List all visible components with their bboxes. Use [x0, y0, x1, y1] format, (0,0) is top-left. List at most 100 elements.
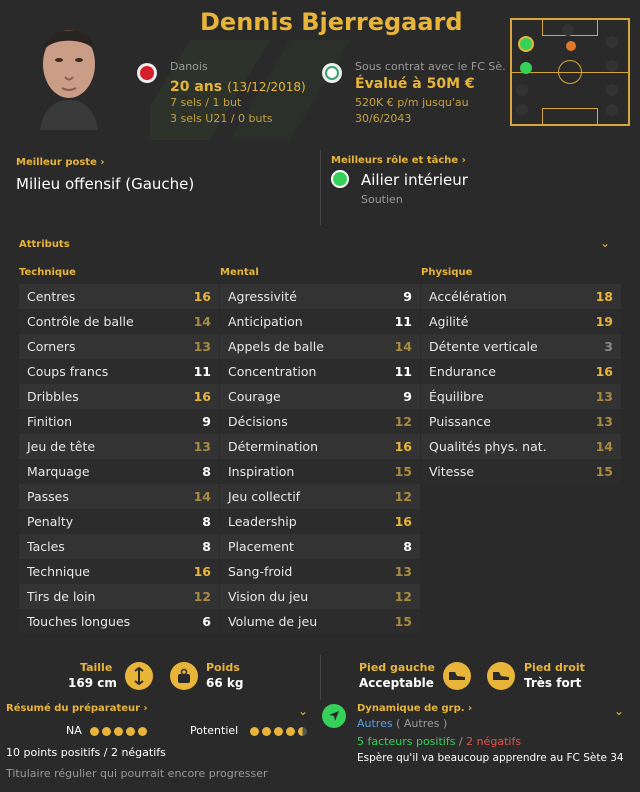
- attribute-name: Dribbles: [27, 389, 79, 404]
- right-boot-icon: [487, 662, 515, 690]
- secondary-position-dot: [566, 41, 576, 51]
- attribute-row[interactable]: Contrôle de balle 14: [19, 309, 219, 334]
- attribute-row[interactable]: Agilité 19: [421, 309, 621, 334]
- attribute-row[interactable]: Qualités phys. nat. 14: [421, 434, 621, 459]
- negative-factors[interactable]: 2 négatifs: [466, 735, 521, 748]
- star-icon: [274, 727, 283, 736]
- attribute-name: Inspiration: [228, 464, 295, 479]
- attribute-row[interactable]: Finition 9: [19, 409, 219, 434]
- attribute-row[interactable]: Puissance 13: [421, 409, 621, 434]
- age: 20 ans: [170, 79, 223, 95]
- contract-club[interactable]: Sous contrat avec le FC Sè...: [355, 60, 505, 73]
- attribute-row[interactable]: Vitesse 15: [421, 459, 621, 484]
- attribute-row[interactable]: Appels de balle 14: [220, 334, 420, 359]
- attribute-name: Appels de balle: [228, 339, 324, 354]
- attribute-row[interactable]: Volume de jeu 15: [220, 609, 420, 634]
- attribute-value: 6: [202, 614, 211, 629]
- attribute-row[interactable]: Tacles 8: [19, 534, 219, 559]
- attribute-row[interactable]: Concentration 11: [220, 359, 420, 384]
- attribute-row[interactable]: Endurance 16: [421, 359, 621, 384]
- attribute-name: Endurance: [429, 364, 496, 379]
- accomplished-position-dot: [520, 62, 532, 74]
- weight-label: Poids: [206, 661, 240, 674]
- mental-title: Mental: [220, 267, 259, 278]
- attribute-value: 16: [193, 564, 211, 579]
- attribute-row[interactable]: Équilibre 13: [421, 384, 621, 409]
- star-icon: [138, 727, 147, 736]
- group-link[interactable]: Autres: [357, 717, 393, 730]
- pos-dot: [562, 24, 574, 36]
- navigation-arrow-icon: [322, 704, 346, 728]
- attribute-row[interactable]: Passes 14: [19, 484, 219, 509]
- attribute-name: Passes: [27, 489, 69, 504]
- player-name: Dennis Bjerregaard: [200, 8, 463, 36]
- positive-factors[interactable]: 5 facteurs positifs: [357, 735, 455, 748]
- attribute-name: Anticipation: [228, 314, 303, 329]
- position-pitch[interactable]: [510, 18, 630, 126]
- ability-label: NA: [66, 724, 82, 737]
- group-paren: ( Autres ): [396, 717, 448, 730]
- attribute-row[interactable]: Penalty 8: [19, 509, 219, 534]
- attribute-value: 11: [394, 314, 412, 329]
- attribute-row[interactable]: Anticipation 11: [220, 309, 420, 334]
- attribute-row[interactable]: Courage 9: [220, 384, 420, 409]
- best-role-label[interactable]: Meilleurs rôle et tâche ›: [331, 155, 466, 166]
- attribute-row[interactable]: Corners 13: [19, 334, 219, 359]
- attribute-row[interactable]: Inspiration 15: [220, 459, 420, 484]
- chevron-down-icon[interactable]: ⌄: [298, 704, 308, 718]
- attribute-value: 13: [595, 389, 613, 404]
- best-role-duty: Soutien: [361, 193, 403, 206]
- attribute-value: 18: [595, 289, 613, 304]
- attribute-row[interactable]: Vision du jeu 12: [220, 584, 420, 609]
- attribute-row[interactable]: Centres 16: [19, 284, 219, 309]
- attribute-name: Équilibre: [429, 389, 484, 404]
- coach-report-title[interactable]: Résumé du préparateur ›: [6, 703, 148, 714]
- attribute-row[interactable]: Détente verticale 3: [421, 334, 621, 359]
- group-dynamics-title[interactable]: Dynamique de grp. ›: [357, 703, 472, 714]
- attribute-row[interactable]: Dribbles 16: [19, 384, 219, 409]
- factors-separator: /: [458, 735, 463, 748]
- attribute-value: 8: [202, 514, 211, 529]
- attribute-row[interactable]: Jeu de tête 13: [19, 434, 219, 459]
- physical-title: Physique: [421, 267, 473, 278]
- attribute-name: Tacles: [27, 539, 65, 554]
- attribute-name: Leadership: [228, 514, 297, 529]
- attribute-value: 8: [202, 539, 211, 554]
- attribute-row[interactable]: Agressivité 9: [220, 284, 420, 309]
- attribute-value: 8: [403, 539, 412, 554]
- attribute-name: Tirs de loin: [27, 589, 96, 604]
- chevron-down-icon[interactable]: ⌄: [600, 236, 610, 250]
- attribute-row[interactable]: Leadership 16: [220, 509, 420, 534]
- attribute-value: 11: [394, 364, 412, 379]
- nationality[interactable]: Danois: [170, 60, 208, 73]
- attribute-row[interactable]: Technique 16: [19, 559, 219, 584]
- attribute-row[interactable]: Décisions 12: [220, 409, 420, 434]
- attribute-value: 19: [595, 314, 613, 329]
- attribute-row[interactable]: Placement 8: [220, 534, 420, 559]
- attribute-name: Jeu collectif: [228, 489, 301, 504]
- attribute-value: 16: [595, 364, 613, 379]
- attribute-row[interactable]: Tirs de loin 12: [19, 584, 219, 609]
- attribute-name: Concentration: [228, 364, 317, 379]
- best-position-label[interactable]: Meilleur poste ›: [16, 157, 104, 168]
- attribute-name: Marquage: [27, 464, 90, 479]
- attribute-value: 9: [403, 289, 412, 304]
- star-icon: [102, 727, 111, 736]
- attribute-row[interactable]: Marquage 8: [19, 459, 219, 484]
- attribute-value: 13: [193, 339, 211, 354]
- attribute-row[interactable]: Coups francs 11: [19, 359, 219, 384]
- attribute-value: 16: [394, 514, 412, 529]
- chevron-down-icon[interactable]: ⌄: [614, 704, 624, 718]
- attribute-row[interactable]: Touches longues 6: [19, 609, 219, 634]
- attribute-value: 16: [193, 289, 211, 304]
- center-circle: [558, 60, 582, 84]
- attribute-row[interactable]: Accélération 18: [421, 284, 621, 309]
- attribute-value: 12: [193, 589, 211, 604]
- attribute-name: Jeu de tête: [27, 439, 96, 454]
- attribute-row[interactable]: Sang-froid 13: [220, 559, 420, 584]
- star-icon: [298, 727, 307, 736]
- group-line: Autres ( Autres ): [357, 717, 447, 730]
- attribute-row[interactable]: Jeu collectif 12: [220, 484, 420, 509]
- attribute-row[interactable]: Détermination 16: [220, 434, 420, 459]
- technical-title: Technique: [19, 267, 76, 278]
